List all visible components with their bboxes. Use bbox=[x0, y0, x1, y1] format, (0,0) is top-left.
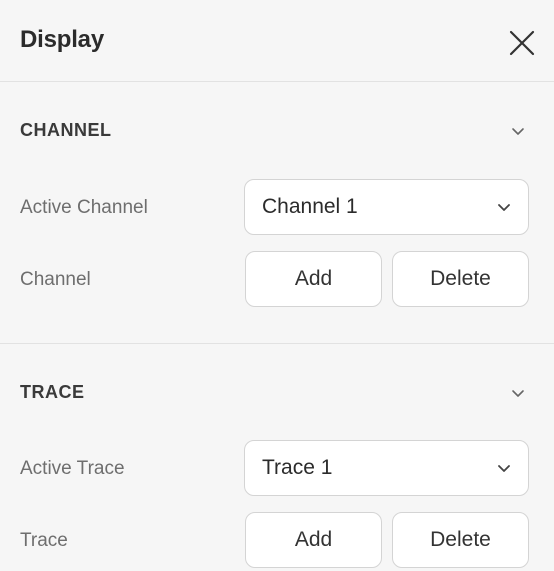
delete-channel-button[interactable]: Delete bbox=[392, 251, 529, 307]
delete-trace-button[interactable]: Delete bbox=[392, 512, 529, 568]
trace-row-label: Trace bbox=[20, 530, 68, 551]
active-trace-value: Trace 1 bbox=[262, 456, 333, 479]
active-channel-value: Channel 1 bbox=[262, 195, 358, 218]
active-trace-select[interactable]: Trace 1 bbox=[244, 440, 529, 496]
add-trace-button[interactable]: Add bbox=[245, 512, 382, 568]
channel-section: CHANNEL Active Channel Channel 1 Channel… bbox=[0, 82, 554, 344]
channel-row-label: Channel bbox=[20, 269, 91, 290]
trace-section-title: TRACE bbox=[20, 382, 85, 402]
chevron-down-icon bbox=[512, 128, 524, 135]
chevron-down-icon bbox=[498, 465, 510, 472]
active-channel-select[interactable]: Channel 1 bbox=[244, 179, 529, 235]
active-trace-label: Active Trace bbox=[20, 458, 125, 479]
active-channel-label: Active Channel bbox=[20, 197, 148, 218]
channel-section-toggle[interactable] bbox=[509, 122, 527, 140]
add-channel-button[interactable]: Add bbox=[245, 251, 382, 307]
chevron-down-icon bbox=[512, 390, 524, 397]
panel-header: Display bbox=[0, 0, 554, 82]
chevron-down-icon bbox=[498, 204, 510, 211]
close-button[interactable] bbox=[506, 27, 538, 59]
panel-title: Display bbox=[20, 26, 104, 53]
trace-section: TRACE Active Trace Trace 1 Trace Add Del… bbox=[0, 344, 554, 571]
display-panel: Display CHANNEL Active Channel Channel 1… bbox=[0, 0, 554, 571]
channel-section-title: CHANNEL bbox=[20, 120, 112, 140]
close-icon bbox=[509, 30, 535, 56]
trace-section-toggle[interactable] bbox=[509, 384, 527, 402]
